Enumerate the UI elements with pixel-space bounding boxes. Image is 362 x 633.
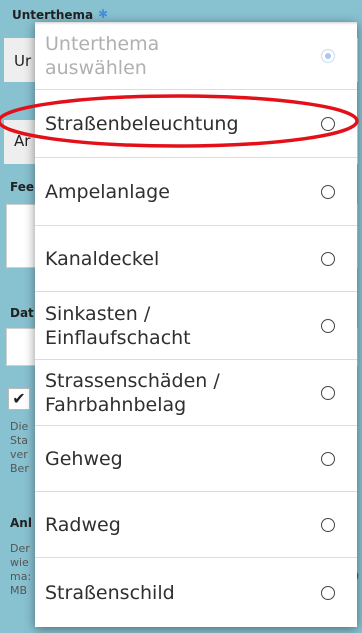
anhang-label: Anl xyxy=(10,516,32,530)
option-label: Strassenschäden / Fahrbahnbelag xyxy=(45,369,220,416)
option-label: Unterthema auswählen xyxy=(45,32,160,79)
hint-line: Ber xyxy=(10,462,29,475)
feedback-label: Fee xyxy=(10,180,34,194)
hint-line: ver xyxy=(10,448,28,461)
anhang-line: MB xyxy=(10,584,28,597)
option-label: Kanaldeckel xyxy=(45,247,160,270)
option-label: Straßenschild xyxy=(45,581,175,604)
anhang-line: Der xyxy=(10,542,30,555)
option-label: Radweg xyxy=(45,513,121,536)
anliegen-dropdown-value: Ar xyxy=(14,132,31,150)
option-unterthema-auswaehlen[interactable]: Unterthema auswählen xyxy=(35,22,357,90)
radio-selected-icon xyxy=(321,48,335,63)
unterthema-dropdown-value: Ur xyxy=(14,52,32,70)
option-label: Gehweg xyxy=(45,447,123,470)
required-star-icon: ✱ xyxy=(98,7,109,21)
unterthema-select-dialog: Unterthema auswählen Straßenbeleuchtung … xyxy=(35,22,357,627)
datum-label: Dat xyxy=(10,306,34,320)
option-radweg[interactable]: Radweg xyxy=(35,492,357,558)
radio-icon xyxy=(321,585,335,600)
anhang-text: Der wie ma: MB xyxy=(10,542,31,598)
option-sinkasten[interactable]: Sinkasten / Einflaufschacht xyxy=(35,292,357,360)
option-ampelanlage[interactable]: Ampelanlage xyxy=(35,158,357,226)
option-label: Sinkasten / Einflaufschacht xyxy=(45,302,191,349)
option-strassenschild[interactable]: Straßenschild xyxy=(35,558,357,627)
consent-checkbox[interactable]: ✔ xyxy=(8,388,30,410)
radio-icon xyxy=(321,116,335,131)
hint-text: Die Sta ver Ber xyxy=(10,420,29,476)
radio-icon xyxy=(321,251,335,266)
option-label: Straßenbeleuchtung xyxy=(45,112,239,135)
option-gehweg[interactable]: Gehweg xyxy=(35,426,357,492)
anhang-line: ma: xyxy=(10,570,32,583)
radio-icon xyxy=(321,451,335,466)
hint-line: Die xyxy=(10,420,29,433)
option-kanaldeckel[interactable]: Kanaldeckel xyxy=(35,226,357,292)
anhang-line: wie xyxy=(10,556,29,569)
radio-icon xyxy=(321,184,335,199)
radio-icon xyxy=(321,385,335,400)
radio-icon xyxy=(321,318,335,333)
option-strassenbeleuchtung[interactable]: Straßenbeleuchtung xyxy=(35,90,357,158)
hint-line: Sta xyxy=(10,434,29,447)
unterthema-label: Unterthema xyxy=(12,8,94,22)
screen: Unterthema ✱ Ur Ar Fee Dat ✔ Die Sta ver… xyxy=(0,0,362,633)
option-strassenschaeden[interactable]: Strassenschäden / Fahrbahnbelag xyxy=(35,360,357,426)
radio-icon xyxy=(321,517,335,532)
option-label: Ampelanlage xyxy=(45,180,170,203)
